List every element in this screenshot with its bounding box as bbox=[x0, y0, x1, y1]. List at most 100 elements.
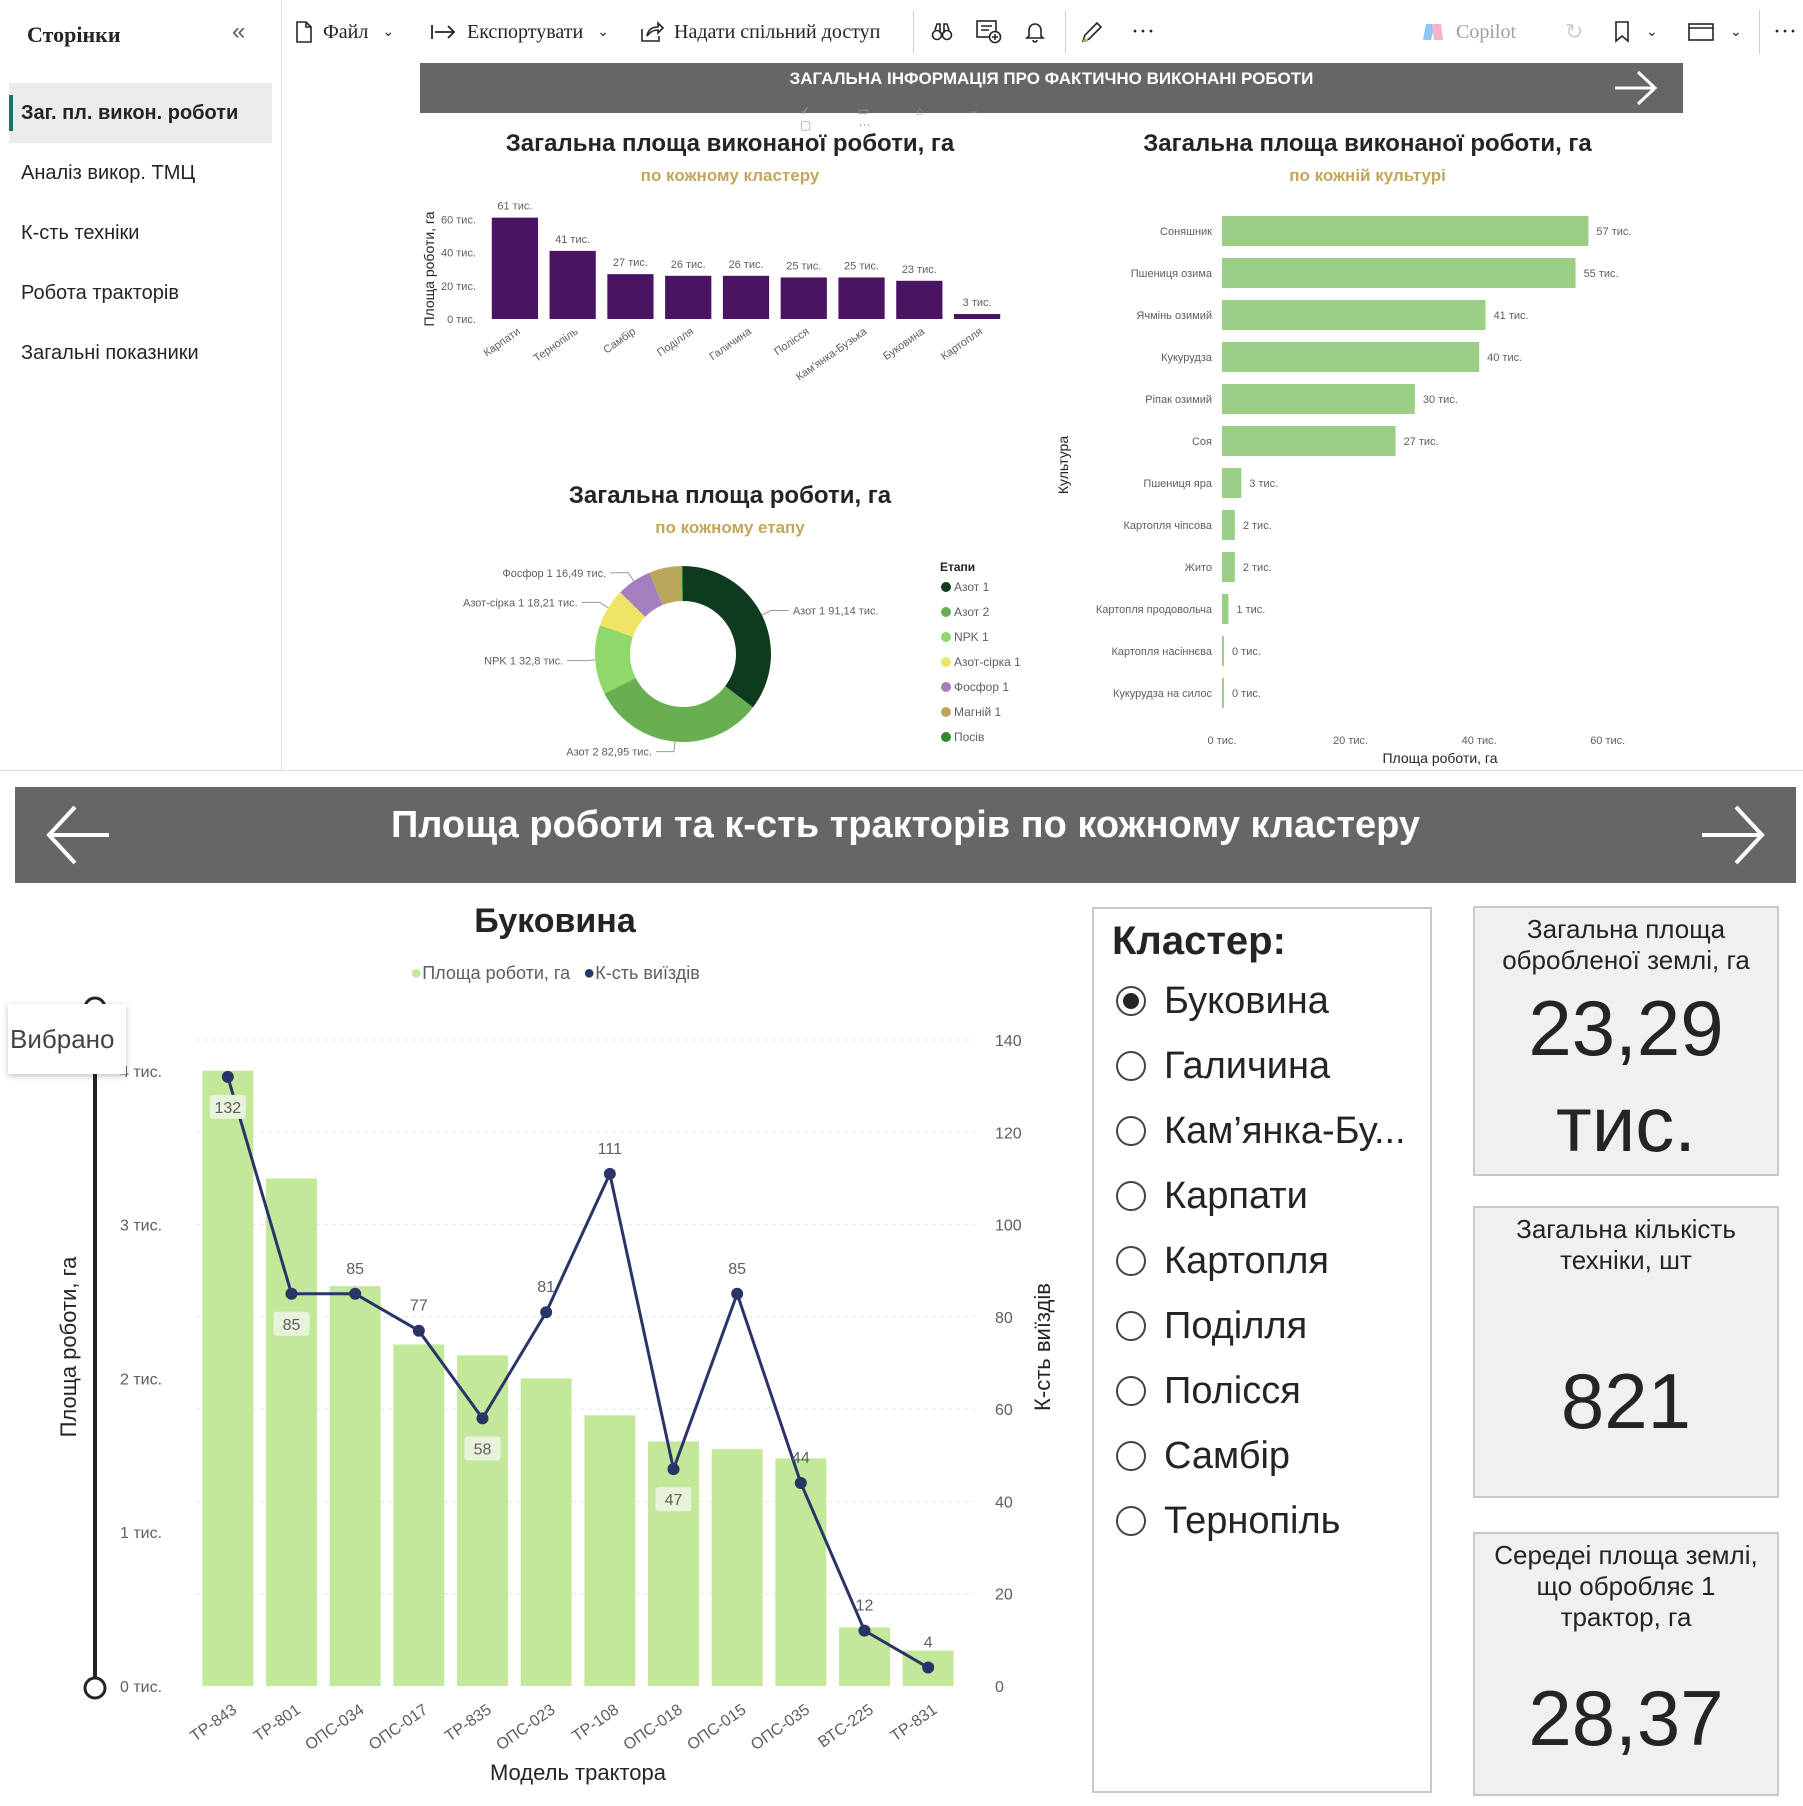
y2-tick-label: 140 bbox=[995, 1033, 1022, 1050]
share-button[interactable]: Надати спільний доступ bbox=[640, 16, 880, 48]
slicer-option[interactable]: Самбір bbox=[1116, 1426, 1290, 1486]
sidebar-title: Сторінки bbox=[27, 22, 121, 47]
radio-button[interactable] bbox=[1116, 1246, 1146, 1276]
stage-chart-subtitle: по кожному етапу bbox=[655, 518, 805, 537]
x-axis-label: Модель трактора bbox=[490, 1760, 667, 1785]
arrow-right-icon[interactable] bbox=[1698, 801, 1768, 869]
sidebar-item-label: Робота тракторів bbox=[21, 281, 179, 304]
card-label: Середеі площа землі, що обробляє 1 тракт… bbox=[1494, 1540, 1758, 1632]
x-tick-label: 0 тис. bbox=[1208, 735, 1237, 747]
line-point bbox=[221, 1070, 234, 1083]
data-label: 26 тис. bbox=[671, 259, 706, 271]
explore-button[interactable] bbox=[931, 16, 963, 48]
slice-label: Азот 1 91,14 тис. bbox=[793, 606, 879, 618]
bar bbox=[838, 277, 885, 319]
collapse-sidebar-icon[interactable]: « bbox=[232, 18, 245, 46]
x-tick-label: ОПС-034 bbox=[302, 1701, 367, 1754]
line-point bbox=[794, 1476, 807, 1489]
export-menu-button[interactable]: Експортувати ⌄ bbox=[431, 16, 609, 48]
bar bbox=[780, 277, 827, 319]
stage-donut-chart: Азот 1 91,14 тис. Азот 2 82,95 тис. NPK 1 … bbox=[463, 560, 1021, 759]
legend-trips-label: К-сть виїздів bbox=[595, 963, 700, 983]
legend-item: NPK 1 bbox=[954, 630, 989, 644]
radio-button[interactable] bbox=[1116, 1116, 1146, 1146]
cluster-slicer: Кластер: Буковина Галичина Кам’янка-Бу... К… bbox=[1092, 907, 1432, 1793]
radio-button[interactable] bbox=[1116, 986, 1146, 1016]
radio-button[interactable] bbox=[1116, 1506, 1146, 1536]
y-axis-label: Площа роботи, га bbox=[56, 1256, 81, 1438]
card-value: 28,37 bbox=[1528, 1674, 1724, 1762]
sidebar-item-tmc-analysis[interactable]: Аналіз викор. ТМЦ bbox=[9, 143, 272, 203]
slicer-option[interactable]: Поділля bbox=[1116, 1296, 1307, 1356]
y-tick-label: 0 тис. bbox=[120, 1679, 162, 1696]
more-options-icon[interactable]: ··· bbox=[1773, 16, 1797, 48]
sidebar-item-tractor-work[interactable]: Робота тракторів bbox=[9, 263, 272, 323]
slicer-option[interactable]: Тернопіль bbox=[1116, 1491, 1340, 1551]
data-label: 61 тис. bbox=[497, 201, 532, 213]
sidebar-item-label: Заг. пл. викон. роботи bbox=[21, 101, 239, 124]
x-tick-label: ОПС-018 bbox=[621, 1701, 686, 1754]
range-slider-handle bbox=[83, 1676, 107, 1700]
data-label: 77 bbox=[410, 1298, 428, 1315]
legend-item: Магній 1 bbox=[954, 705, 1002, 719]
radio-button[interactable] bbox=[1116, 1376, 1146, 1406]
legend-dot bbox=[941, 632, 951, 642]
y-tick-label: 4 тис. bbox=[120, 1064, 162, 1081]
category-label: Пшениця яра bbox=[1143, 478, 1212, 490]
edit-button[interactable] bbox=[1080, 16, 1114, 48]
sidebar-item-label: Загальні показники bbox=[21, 341, 199, 364]
legend-dot: ● bbox=[583, 962, 596, 984]
sidebar-item-equipment-count[interactable]: К-сть техніки bbox=[9, 203, 272, 263]
copilot-button[interactable]: Copilot bbox=[1420, 16, 1516, 48]
y2-tick-label: 0 bbox=[995, 1679, 1004, 1696]
category-label: Жито bbox=[1185, 562, 1212, 574]
sidebar-item-general-indicators[interactable]: Загальні показники bbox=[9, 323, 272, 383]
x-tick-label: 40 тис. bbox=[1462, 735, 1497, 747]
chevron-down-icon: ⌄ bbox=[1646, 24, 1658, 40]
cluster-report-banner: Площа роботи та к-сть тракторів по кожно… bbox=[15, 787, 1796, 883]
selected-tooltip: Вибрано bbox=[8, 1004, 126, 1074]
pencil-icon bbox=[1081, 21, 1103, 43]
radio-button[interactable] bbox=[1116, 1181, 1146, 1211]
radio-button[interactable] bbox=[1116, 1441, 1146, 1471]
bookmark-button[interactable]: ⌄ bbox=[1614, 16, 1658, 48]
line-point bbox=[476, 1412, 489, 1425]
tractor-chart-title: Буковина bbox=[474, 902, 636, 940]
legend-dot bbox=[941, 607, 951, 617]
add-comment-button[interactable] bbox=[976, 16, 1012, 48]
arrow-right-icon[interactable] bbox=[1613, 69, 1659, 107]
slicer-option[interactable]: Галичина bbox=[1116, 1036, 1330, 1096]
y2-tick-label: 120 bbox=[995, 1125, 1022, 1142]
line-point bbox=[285, 1287, 298, 1300]
more-options-icon[interactable]: ··· bbox=[1131, 16, 1155, 48]
radio-button[interactable] bbox=[1116, 1051, 1146, 1081]
bar bbox=[648, 1441, 699, 1686]
slicer-option[interactable]: Полісся bbox=[1116, 1361, 1301, 1421]
slicer-option[interactable]: Буковина bbox=[1116, 971, 1329, 1031]
arrow-left-icon[interactable] bbox=[43, 801, 113, 869]
view-button[interactable]: ⌄ bbox=[1688, 16, 1742, 48]
radio-button[interactable] bbox=[1116, 1311, 1146, 1341]
toolbar-divider bbox=[1759, 10, 1760, 54]
legend-dot bbox=[941, 707, 951, 717]
bar bbox=[393, 1344, 445, 1686]
visual-header-icons: ✓ ▭ ⌂ ‒ ▢ ⋯ bbox=[800, 104, 1000, 132]
data-label: 55 тис. bbox=[1584, 268, 1619, 280]
data-label: 3 тис. bbox=[963, 297, 992, 309]
sidebar-item-total-area[interactable]: Заг. пл. викон. роботи bbox=[9, 83, 272, 143]
window-icon bbox=[1688, 23, 1714, 41]
card-value: 23,29 тис. bbox=[1528, 984, 1724, 1168]
legend-item: Посів bbox=[954, 730, 984, 744]
file-menu-button[interactable]: Файл ⌄ bbox=[295, 16, 394, 48]
category-label: Картопля чіпсова bbox=[1123, 520, 1212, 532]
bar bbox=[1222, 552, 1235, 582]
legend-item: Азот 1 bbox=[954, 580, 990, 594]
refresh-icon[interactable]: ↻ bbox=[1565, 16, 1583, 48]
subscribe-button[interactable] bbox=[1025, 16, 1055, 48]
slicer-option[interactable]: Кам’янка-Бу... bbox=[1116, 1101, 1406, 1161]
bar bbox=[607, 274, 654, 319]
slicer-option[interactable]: Картопля bbox=[1116, 1231, 1329, 1291]
y-tick-label: 20 тис. bbox=[441, 281, 476, 293]
slicer-option[interactable]: Карпати bbox=[1116, 1166, 1308, 1226]
copilot-label: Copilot bbox=[1456, 20, 1517, 43]
